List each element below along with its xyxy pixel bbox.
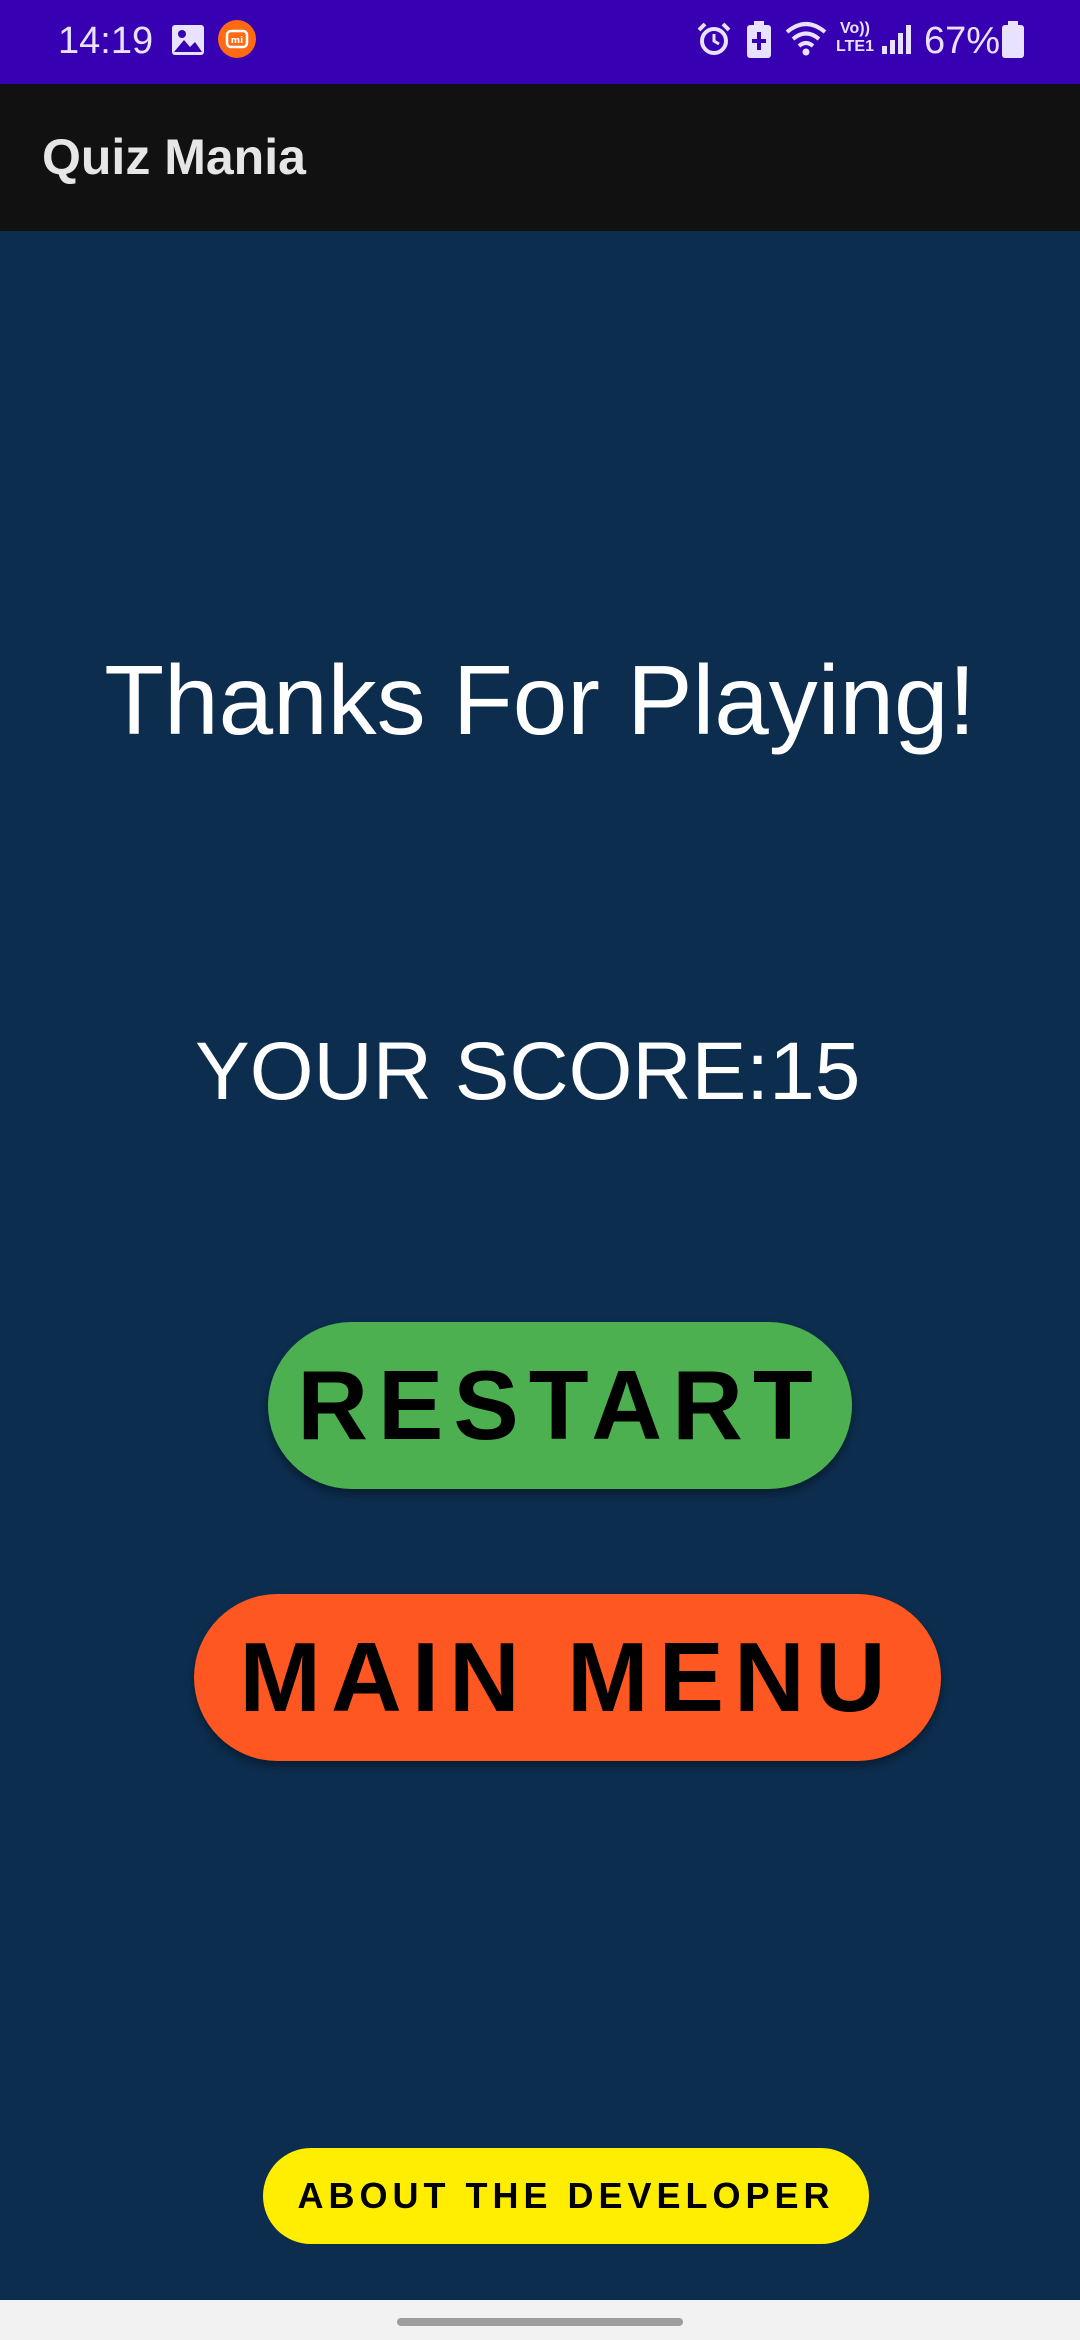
wifi-icon	[785, 22, 827, 56]
restart-button[interactable]: RESTART	[268, 1322, 852, 1489]
main-menu-button[interactable]: MAIN MENU	[194, 1594, 941, 1761]
alarm-icon	[697, 22, 731, 55]
status-time: 14:19	[58, 20, 154, 62]
score-value: 15	[769, 1026, 861, 1117]
battery-percent: 67%	[924, 20, 1001, 62]
image-icon	[172, 25, 204, 55]
status-bar: 14:19 mi Vo)) LTE1 67%	[0, 0, 1080, 84]
svg-text:mi: mi	[231, 36, 243, 46]
about-developer-button[interactable]: ABOUT THE DEVELOPER	[263, 2148, 869, 2244]
volte-icon: Vo)) LTE1	[836, 20, 874, 55]
signal-icon	[882, 25, 911, 54]
score-display: YOUR SCORE:15	[195, 1020, 860, 1124]
battery-saver-icon	[747, 21, 771, 58]
thanks-heading: Thanks For Playing!	[104, 645, 976, 755]
app-bar: Quiz Mania	[0, 84, 1080, 231]
home-gesture-handle[interactable]	[397, 2318, 683, 2326]
score-label: YOUR SCORE:	[195, 1026, 770, 1117]
mi-app-icon: mi	[218, 20, 256, 58]
app-title: Quiz Mania	[42, 129, 306, 185]
navigation-bar	[0, 2300, 1080, 2340]
battery-icon	[1002, 21, 1024, 58]
